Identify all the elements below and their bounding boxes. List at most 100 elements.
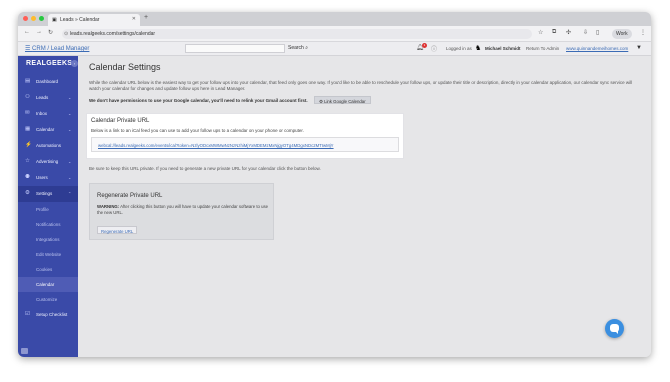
profile-button[interactable]: Work	[612, 29, 632, 39]
sidebar-item-label: Advertising	[36, 159, 59, 164]
sidebar-item-users[interactable]: ⚉ Users ⌄	[18, 170, 78, 186]
settings-icon: ⚙	[25, 190, 30, 196]
search-icon: ⌕	[305, 45, 309, 51]
address-bar-row: ← → ↻ ⊙ leads.realgeeks.com/settings/cal…	[18, 26, 651, 42]
collapse-sidebar-icon[interactable]: ‹	[71, 60, 78, 67]
sidebar-item-settings[interactable]: ⚙ Settings ⌃	[18, 186, 78, 202]
profile-label: Work	[616, 31, 628, 37]
url-text: leads.realgeeks.com/settings/calendar	[70, 31, 156, 37]
url-field[interactable]: ⊙ leads.realgeeks.com/settings/calendar	[62, 29, 532, 39]
private-url-note: Be sure to keep this URL private. If you…	[89, 166, 321, 171]
settings-sub-customize[interactable]: Customize	[18, 292, 78, 307]
tab-bar: ▣ Leads » Calendar ✕ +	[18, 12, 651, 26]
sidebar-item-label: Users	[36, 175, 48, 180]
extension-icon[interactable]: ⧉	[552, 29, 556, 36]
regenerate-card: Regenerate Private URL WARNING: After cl…	[89, 183, 274, 240]
crm-link[interactable]: ☰ CRM / Lead Manager	[25, 45, 89, 52]
chevron-up-icon: ⌃	[68, 191, 72, 196]
calendar-icon: ▦	[25, 126, 31, 132]
chat-bubble-icon	[610, 324, 619, 334]
return-to-admin-link[interactable]: Return To Admin	[526, 46, 559, 51]
forward-icon[interactable]: →	[36, 29, 42, 35]
website-link[interactable]: www.quinnandemeihomes.com	[566, 46, 628, 51]
tab-close-icon[interactable]: ✕	[132, 16, 136, 22]
chat-widget-button[interactable]	[605, 319, 624, 338]
sidebar-footer-icon[interactable]	[21, 348, 28, 354]
sidebar-item-label: Settings	[36, 191, 53, 196]
sidebar: REALGEEKS ‹ ▤ Dashboard ⚇ Leads ⌄ ✉ Inbox ⌄ ▦…	[18, 56, 78, 357]
regenerate-url-button[interactable]: Regenerate URL	[97, 226, 138, 234]
settings-sub-profile[interactable]: Profile	[18, 202, 78, 217]
help-icon[interactable]: ⓘ	[431, 44, 437, 53]
chevron-down-icon: ⌄	[68, 175, 72, 180]
sidebar-item-label: Leads	[36, 95, 49, 100]
warning-text: After clicking this button you will have…	[97, 204, 269, 215]
new-tab-button[interactable]: +	[144, 14, 148, 21]
user-avatar: ♞	[475, 45, 482, 52]
sidebar-item-label: Inbox	[36, 111, 48, 116]
downloads-icon[interactable]: ⇩	[583, 29, 588, 36]
tab-favicon-icon: ▣	[52, 17, 57, 23]
sidebar-nav: ▤ Dashboard ⚇ Leads ⌄ ✉ Inbox ⌄ ▦ Calendar ⌄ ⚡ A…	[18, 74, 78, 323]
sidebar-item-setup-checklist[interactable]: ☑ Setup Checklist	[18, 307, 78, 323]
sidebar-item-dashboard[interactable]: ▤ Dashboard	[18, 74, 78, 90]
minimize-window-icon[interactable]	[31, 16, 36, 21]
settings-sub-calendar[interactable]: Calendar	[18, 277, 78, 292]
notification-count-badge: 1	[422, 43, 427, 48]
maximize-window-icon[interactable]	[39, 16, 44, 21]
app-header: ☰ CRM / Lead Manager Search ⌕ 🔔︎ 1 ⓘ Log…	[18, 42, 651, 56]
intro-text: While the calendar URL below is the easi…	[89, 80, 633, 91]
sidepanel-icon[interactable]: ▯	[596, 29, 599, 36]
settings-sub-notifications[interactable]: Notifications	[18, 217, 78, 232]
tab-title: Leads » Calendar	[60, 17, 100, 23]
window-controls	[23, 16, 44, 21]
chevron-down-icon: ⌄	[68, 159, 72, 164]
no-permission-text: We don't have permissions to use your Go…	[89, 98, 308, 103]
sidebar-item-leads[interactable]: ⚇ Leads ⌄	[18, 90, 78, 106]
chevron-down-icon: ⌄	[68, 127, 72, 132]
settings-sub-integrations[interactable]: Integrations	[18, 232, 78, 247]
ical-feed-link[interactable]: webcal://leads.realgeeks.com/events/ical…	[98, 143, 334, 148]
close-window-icon[interactable]	[23, 16, 28, 21]
sidebar-item-advertising[interactable]: ☆ Advertising ⌄	[18, 154, 78, 170]
regenerate-warning: WARNING: After clicking this button you …	[97, 204, 269, 215]
dashboard-icon: ▤	[25, 78, 31, 84]
main-content: Calendar Settings While the calendar URL…	[78, 56, 651, 357]
private-url-title: Calendar Private URL	[91, 118, 150, 124]
extensions-puzzle-icon[interactable]: ✣	[566, 29, 571, 36]
back-icon[interactable]: ←	[24, 29, 30, 35]
browser-window: ▣ Leads » Calendar ✕ + ← → ↻ ⊙ leads.rea…	[18, 12, 651, 357]
google-icon: ⚙︎	[319, 99, 323, 104]
settings-sub-cookies[interactable]: Cookies	[18, 262, 78, 277]
site-info-icon[interactable]: ⊙	[64, 31, 68, 37]
private-url-description: Below is a link to an iCal feed you can …	[91, 128, 304, 133]
settings-sub-edit-website[interactable]: Edit Website	[18, 247, 78, 262]
sidebar-item-inbox[interactable]: ✉ Inbox ⌄	[18, 106, 78, 122]
warning-label: WARNING:	[97, 204, 120, 209]
browser-menu-icon[interactable]: ⋮	[640, 29, 646, 36]
user-name[interactable]: Michael Schmidt	[485, 46, 521, 51]
realgeeks-logo[interactable]: REALGEEKS	[26, 60, 72, 67]
sidebar-item-label: Setup Checklist	[36, 312, 68, 317]
checklist-icon: ☑	[25, 311, 30, 317]
page-title: Calendar Settings	[89, 62, 161, 72]
feed-url-box: webcal://leads.realgeeks.com/events/ical…	[91, 137, 399, 152]
browser-tab[interactable]: ▣ Leads » Calendar ✕	[48, 14, 140, 26]
leads-icon: ⚇	[25, 94, 30, 100]
sidebar-item-label: Calendar	[36, 127, 55, 132]
sidebar-item-label: Automations	[36, 143, 62, 148]
search-button[interactable]: Search ⌕	[288, 45, 308, 51]
link-google-calendar-button[interactable]: ⚙︎ Link Google Calendar	[314, 96, 371, 104]
automations-icon: ⚡	[25, 142, 32, 148]
bookmark-star-icon[interactable]: ☆	[538, 29, 543, 36]
sidebar-item-automations[interactable]: ⚡ Automations	[18, 138, 78, 154]
logged-in-label: Logged in as	[446, 46, 472, 51]
sidebar-item-calendar[interactable]: ▦ Calendar ⌄	[18, 122, 78, 138]
reload-icon[interactable]: ↻	[48, 29, 53, 36]
advertising-icon: ☆	[25, 158, 30, 164]
private-url-card: Calendar Private URL Below is a link to …	[86, 113, 404, 159]
search-input[interactable]	[185, 44, 285, 53]
regenerate-title: Regenerate Private URL	[97, 193, 163, 199]
account-menu-chevron-icon[interactable]: ▼	[636, 45, 642, 51]
sidebar-item-label: Dashboard	[36, 79, 59, 84]
